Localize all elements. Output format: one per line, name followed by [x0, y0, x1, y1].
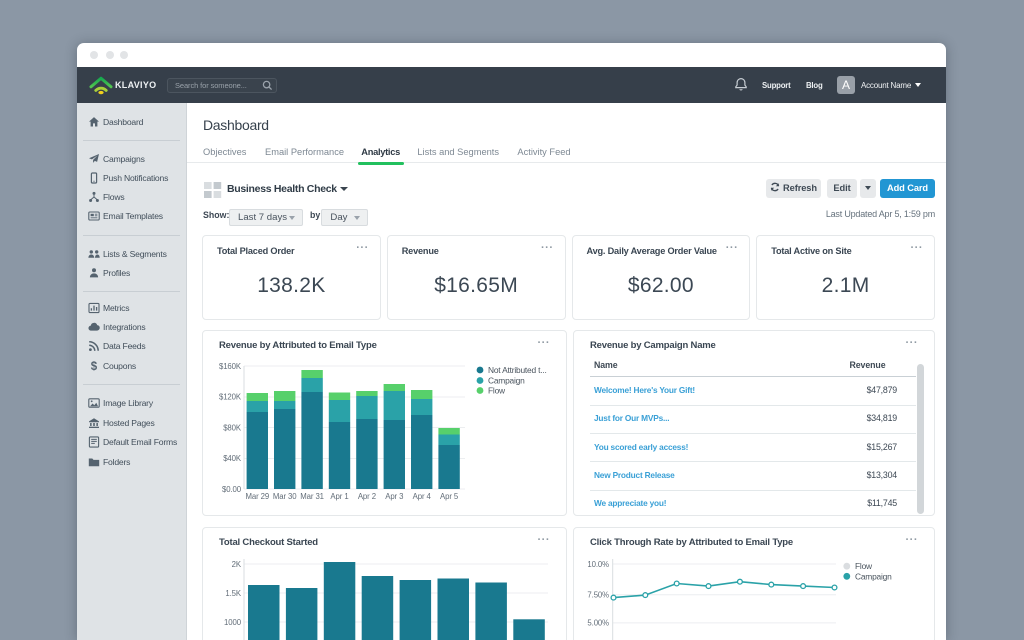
svg-text:2K: 2K	[232, 560, 242, 569]
svg-text:$0.00: $0.00	[222, 485, 242, 494]
svg-text:Apr 5: Apr 5	[440, 492, 459, 501]
svg-text:10.0%: 10.0%	[587, 560, 609, 569]
svg-text:1000: 1000	[224, 618, 242, 627]
svg-text:Campaign: Campaign	[488, 376, 525, 386]
svg-text:5.00%: 5.00%	[587, 619, 609, 628]
svg-text:Mar 31: Mar 31	[300, 492, 324, 501]
svg-text:Mar 29: Mar 29	[245, 492, 269, 501]
svg-text:Apr 3: Apr 3	[385, 492, 403, 501]
svg-text:$40K: $40K	[223, 454, 242, 463]
svg-text:Flow: Flow	[855, 561, 873, 571]
svg-text:1.5K: 1.5K	[225, 589, 242, 598]
svg-text:$: $	[91, 361, 98, 372]
svg-text:Flow: Flow	[488, 386, 506, 396]
svg-text:Apr 4: Apr 4	[413, 492, 432, 501]
svg-text:Apr 2: Apr 2	[358, 492, 376, 501]
svg-text:Not Attributed t...: Not Attributed t...	[488, 365, 547, 375]
svg-text:$160K: $160K	[219, 362, 242, 371]
svg-text:$120K: $120K	[219, 393, 242, 402]
svg-text:7.50%: 7.50%	[587, 591, 609, 600]
svg-text:Apr 1: Apr 1	[330, 492, 348, 501]
svg-text:$80K: $80K	[223, 423, 242, 432]
svg-text:Campaign: Campaign	[855, 571, 892, 581]
svg-text:Mar 30: Mar 30	[273, 492, 297, 501]
